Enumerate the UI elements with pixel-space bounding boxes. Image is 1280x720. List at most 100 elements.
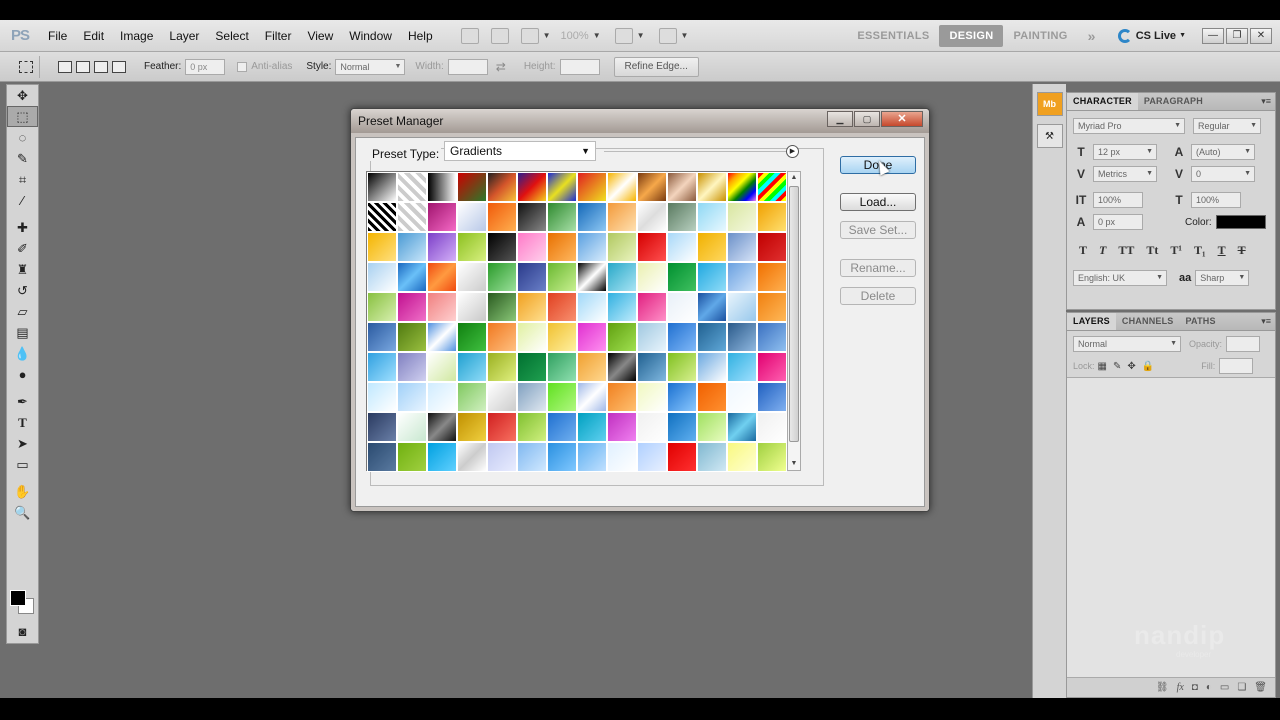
menu-window[interactable]: Window	[341, 20, 400, 52]
chevron-down-icon[interactable]: ▼	[681, 31, 689, 40]
gradient-swatch[interactable]	[637, 322, 667, 352]
gradient-swatch[interactable]	[397, 352, 427, 382]
layer-mask-icon[interactable]: ◘	[1192, 682, 1198, 693]
screen-mode-icon[interactable]	[658, 27, 677, 44]
zoom-tool-icon[interactable]: 🔍	[7, 502, 38, 523]
gradient-swatch[interactable]	[367, 262, 397, 292]
swap-icon[interactable]: ⇄	[496, 60, 506, 74]
gradient-swatch[interactable]	[367, 322, 397, 352]
maximize-icon[interactable]: ▢	[854, 111, 880, 127]
gradient-swatch[interactable]	[427, 232, 457, 262]
flyout-menu-icon[interactable]: ▶	[786, 145, 799, 158]
mini-bridge-icon[interactable]: Mb	[1036, 92, 1063, 116]
minimize-icon[interactable]: ▁	[827, 111, 853, 127]
gradient-swatch[interactable]	[397, 232, 427, 262]
tab-paragraph[interactable]: PARAGRAPH	[1138, 93, 1209, 110]
workspace-design[interactable]: DESIGN	[939, 24, 1004, 47]
gradient-swatch[interactable]	[577, 262, 607, 292]
eyedropper-tool-icon[interactable]: ⁄	[7, 190, 38, 211]
gradient-swatch[interactable]	[607, 322, 637, 352]
gradient-swatch[interactable]	[757, 262, 787, 292]
refine-edge-button[interactable]: Refine Edge...	[613, 56, 699, 77]
add-to-selection-icon[interactable]	[76, 60, 90, 73]
menu-layer[interactable]: Layer	[161, 20, 207, 52]
gradient-swatch[interactable]	[727, 442, 757, 472]
tab-channels[interactable]: CHANNELS	[1116, 313, 1180, 330]
clone-stamp-tool-icon[interactable]: ♜	[7, 259, 38, 280]
gradient-swatch[interactable]	[667, 292, 697, 322]
gradient-swatch[interactable]	[367, 202, 397, 232]
panel-menu-icon[interactable]: ▾≡	[1261, 96, 1271, 107]
gradient-swatch[interactable]	[697, 172, 727, 202]
gradient-swatch[interactable]	[487, 322, 517, 352]
gradient-swatch[interactable]	[427, 202, 457, 232]
tab-character[interactable]: CHARACTER	[1067, 93, 1138, 110]
feather-input[interactable]: 0 px	[185, 58, 226, 75]
move-tool-icon[interactable]: ✥	[7, 85, 38, 106]
gradient-swatch[interactable]	[427, 262, 457, 292]
gradient-swatch[interactable]	[637, 442, 667, 472]
intersect-selection-icon[interactable]	[112, 60, 126, 73]
gradient-swatch[interactable]	[667, 382, 697, 412]
gradient-swatch[interactable]	[577, 352, 607, 382]
gradient-swatch[interactable]	[517, 232, 547, 262]
gradient-swatch[interactable]	[727, 352, 757, 382]
leading-field[interactable]: (Auto) ▼	[1191, 144, 1255, 160]
foreground-color-swatch[interactable]	[10, 590, 26, 606]
workspace-painting[interactable]: PAINTING	[1003, 25, 1077, 47]
gradient-swatch[interactable]	[487, 232, 517, 262]
launch-bridge-icon[interactable]	[460, 27, 479, 44]
gradient-swatch[interactable]	[697, 442, 727, 472]
gradient-swatch[interactable]	[607, 442, 637, 472]
quick-selection-tool-icon[interactable]: ✎	[7, 148, 38, 169]
gradient-swatch[interactable]	[577, 202, 607, 232]
gradient-swatch[interactable]	[727, 232, 757, 262]
gradient-swatch[interactable]	[607, 412, 637, 442]
close-icon[interactable]: ✕	[881, 111, 923, 127]
gradient-swatch[interactable]	[607, 262, 637, 292]
tool-presets-icon[interactable]: ⚒	[1036, 124, 1063, 148]
path-selection-tool-icon[interactable]: ➤	[7, 433, 38, 454]
gradient-swatch[interactable]	[577, 232, 607, 262]
menu-edit[interactable]: Edit	[75, 20, 112, 52]
type-tool-icon[interactable]: T	[7, 412, 38, 433]
gradient-swatch[interactable]	[367, 382, 397, 412]
gradient-swatch[interactable]	[757, 412, 787, 442]
lock-position-icon[interactable]: ✥	[1127, 361, 1135, 372]
gradient-swatch[interactable]	[487, 412, 517, 442]
gradient-swatch[interactable]	[637, 172, 667, 202]
tab-layers[interactable]: LAYERS	[1067, 313, 1116, 330]
gradient-swatch[interactable]	[577, 412, 607, 442]
gradient-swatch[interactable]	[697, 322, 727, 352]
zoom-level[interactable]: 100%	[561, 30, 589, 42]
fill-field[interactable]	[1219, 358, 1254, 374]
menu-image[interactable]: Image	[112, 20, 161, 52]
gradient-swatch[interactable]	[727, 172, 757, 202]
baseline-shift-field[interactable]: 0 px	[1093, 214, 1143, 230]
height-input[interactable]	[559, 58, 600, 75]
gradient-swatch[interactable]	[547, 322, 577, 352]
gradient-swatch[interactable]	[427, 172, 457, 202]
crop-tool-icon[interactable]: ⌗	[7, 169, 38, 190]
gradient-swatch[interactable]	[367, 232, 397, 262]
brush-tool-icon[interactable]: ✐	[7, 238, 38, 259]
gradient-swatch[interactable]	[487, 382, 517, 412]
gradient-swatch[interactable]	[487, 292, 517, 322]
workspace-essentials[interactable]: ESSENTIALS	[847, 25, 939, 47]
faux-bold-icon[interactable]: T	[1079, 243, 1087, 258]
panel-menu-icon[interactable]: ▾≡	[1261, 316, 1271, 327]
launch-minibridge-icon[interactable]	[490, 27, 509, 44]
gradient-swatch[interactable]	[667, 352, 697, 382]
pen-tool-icon[interactable]: ✒	[7, 391, 38, 412]
gradient-swatch[interactable]	[697, 202, 727, 232]
gradient-swatch[interactable]	[727, 322, 757, 352]
gradient-swatch[interactable]	[757, 172, 787, 202]
gradient-swatch[interactable]	[577, 292, 607, 322]
chevron-down-icon[interactable]: ▼	[637, 31, 645, 40]
underline-icon[interactable]: T	[1218, 243, 1226, 258]
gradient-swatch[interactable]	[667, 202, 697, 232]
gradient-swatch[interactable]	[757, 202, 787, 232]
lock-all-icon[interactable]: 🔒	[1142, 361, 1154, 372]
gradient-swatch[interactable]	[367, 292, 397, 322]
all-caps-icon[interactable]: TT	[1118, 243, 1134, 258]
